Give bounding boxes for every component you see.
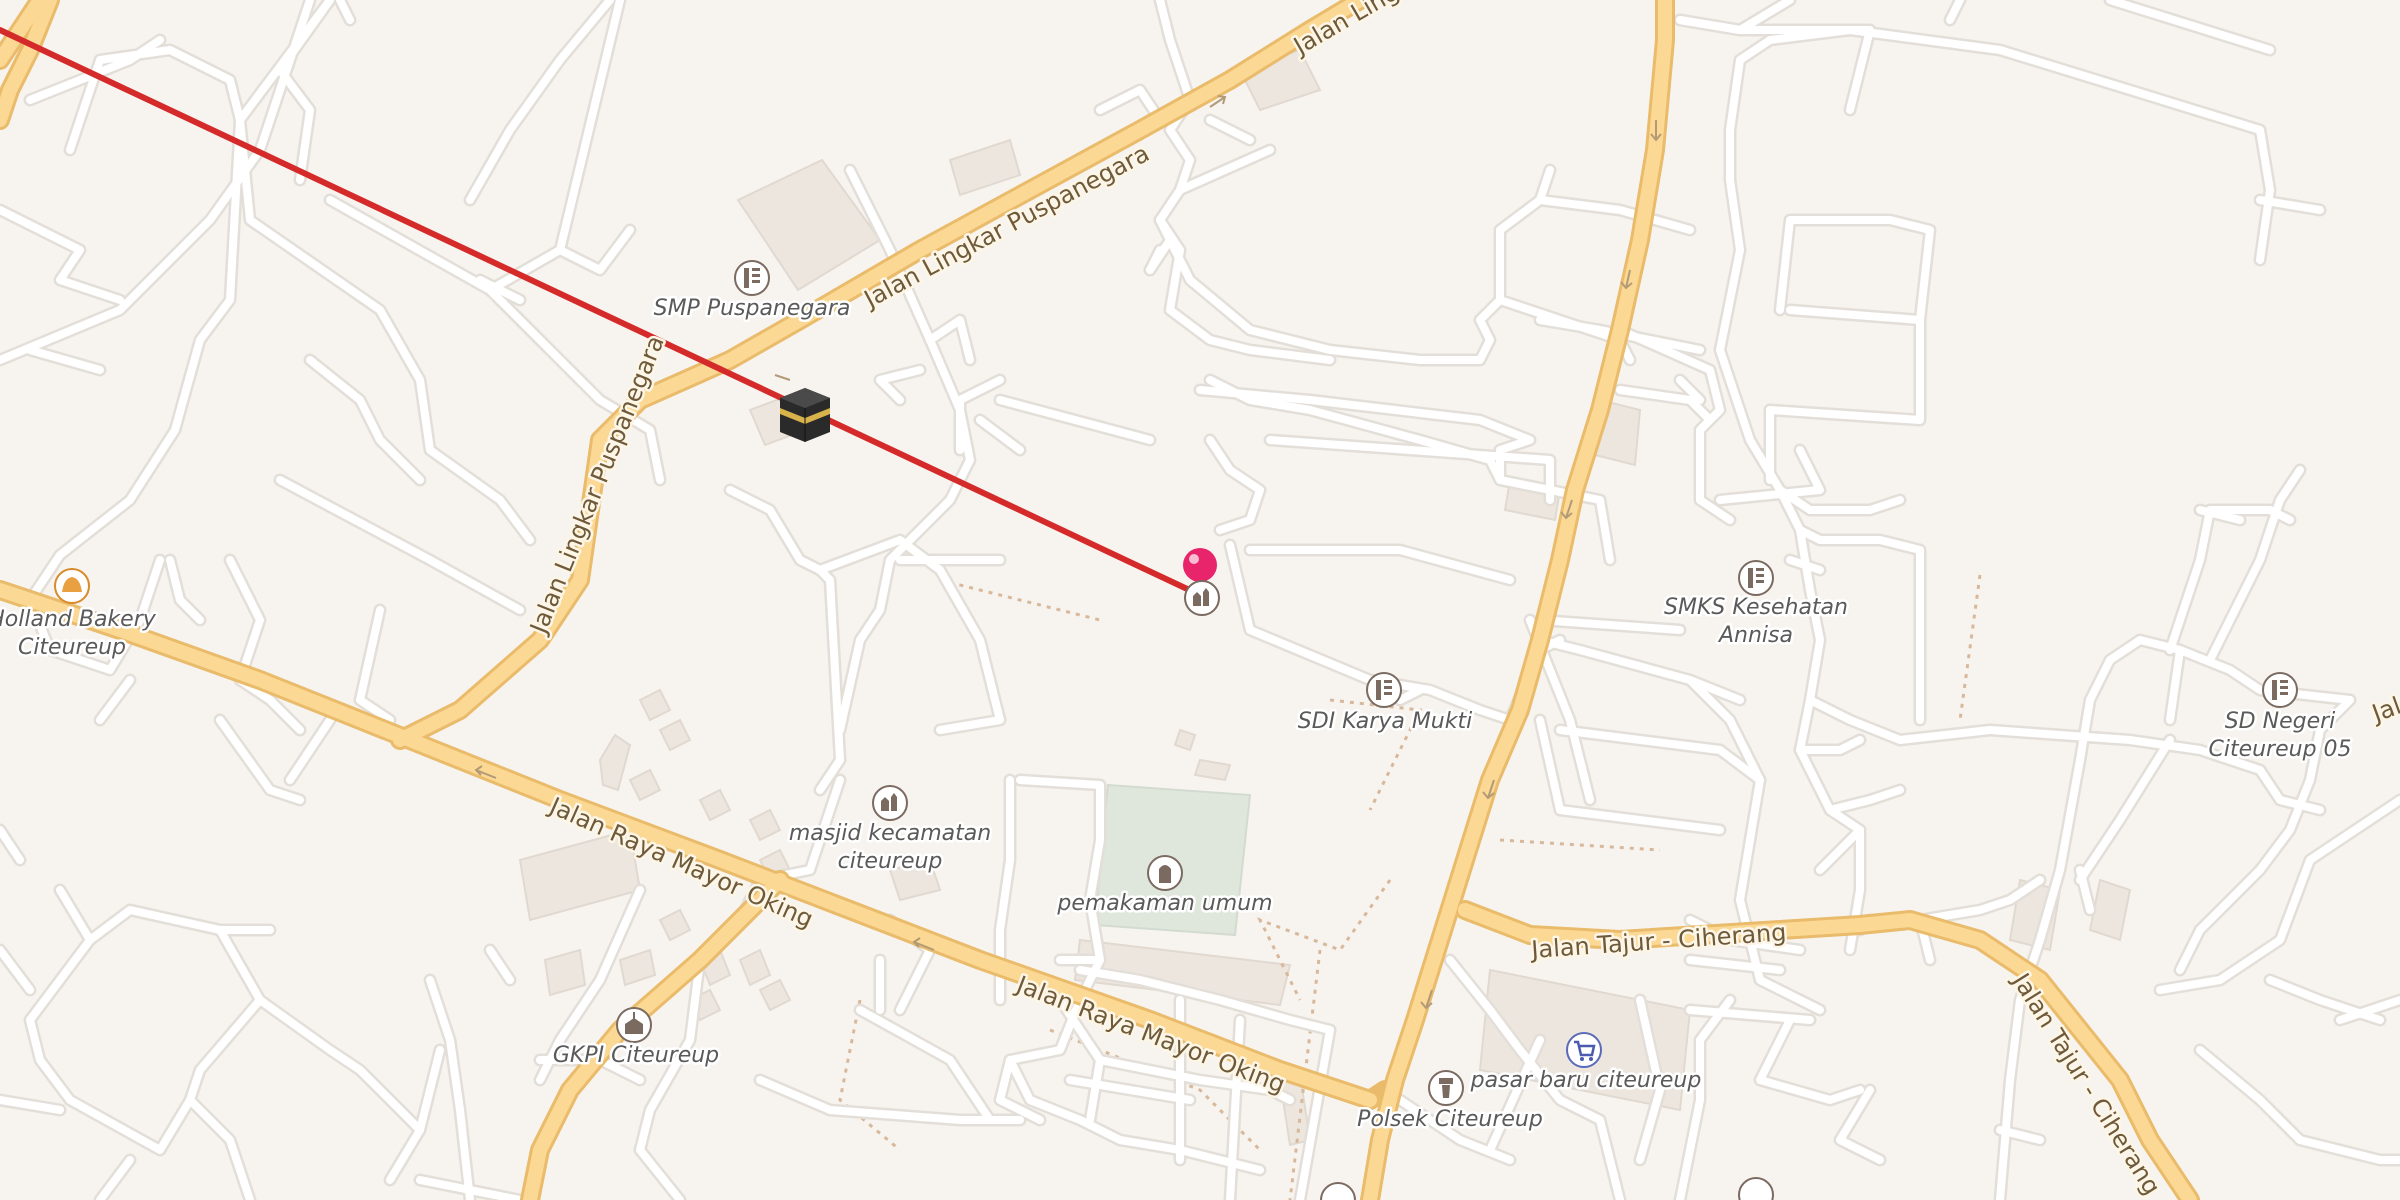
poi-label-sd-negeri-2: Citeureup 05 xyxy=(2208,737,2351,762)
poi-label-smp-puspanegara: SMP Puspanegara xyxy=(654,296,851,321)
kaaba-icon[interactable] xyxy=(780,388,830,442)
school-icon[interactable] xyxy=(1738,560,1774,596)
road-label-tajur-2: Jalan Tajur - Ciherang xyxy=(2006,967,2166,1200)
poi-label-masjid: masjid kecamatan xyxy=(789,821,991,846)
one-way-arrows xyxy=(474,95,1662,1010)
poi-label-smks-2: Annisa xyxy=(1717,623,1793,648)
cemetery-icon[interactable] xyxy=(1147,855,1183,891)
shopping-cart-icon[interactable] xyxy=(1566,1032,1602,1068)
mosque-icon[interactable] xyxy=(872,785,908,821)
poi-label-pemakaman: pemakaman umum xyxy=(1056,891,1272,916)
church-icon[interactable] xyxy=(616,1007,652,1043)
bakery-icon[interactable] xyxy=(54,568,90,604)
road-label-edge-fragment: Jal xyxy=(2367,692,2400,729)
poi-label-masjid-2: citeureup xyxy=(838,849,943,874)
poi-label-smks: SMKS Kesehatan xyxy=(1664,595,1848,620)
school-icon[interactable] xyxy=(1366,672,1402,708)
poi-label-holland-bakery-2: Citeureup xyxy=(18,635,126,660)
school-icon[interactable] xyxy=(1738,1177,1774,1200)
poi-label-sd-negeri: SD Negeri xyxy=(2225,709,2336,734)
poi-label-holland-bakery: Holland Bakery xyxy=(0,607,157,632)
poi-label-polsek: Polsek Citeureup xyxy=(1357,1107,1543,1132)
road-label-lingkar-low: Jalan Lingkar Puspanegara xyxy=(524,332,670,640)
mosque-icon[interactable] xyxy=(1320,1182,1356,1200)
school-icon[interactable] xyxy=(2262,672,2298,708)
poi-label-pasar: pasar baru citeureup xyxy=(1470,1068,1702,1093)
road-label-lingkar-top: Jalan Lingkar xyxy=(1287,0,1437,61)
school-icon[interactable] xyxy=(734,260,770,296)
police-icon[interactable] xyxy=(1428,1070,1464,1106)
poi-label-sdi-karya-mukti: SDI Karya Mukti xyxy=(1298,709,1472,734)
map-view[interactable]: SMP Puspanegara Holland Bakery Citeureup… xyxy=(0,0,2400,1200)
poi-label-gkpi: GKPI Citeureup xyxy=(553,1043,719,1068)
map-canvas[interactable]: SMP Puspanegara Holland Bakery Citeureup… xyxy=(0,0,2400,1200)
mosque-icon[interactable] xyxy=(1184,580,1220,616)
